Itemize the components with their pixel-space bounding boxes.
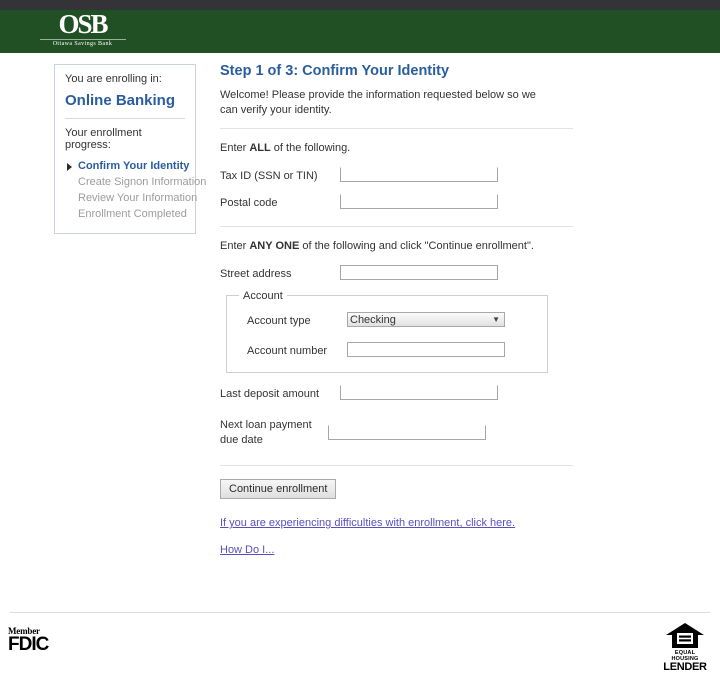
last-deposit-amount-label: Last deposit amount (220, 388, 320, 401)
instruction-any-prefix: Enter (220, 240, 250, 253)
fdic-name-label: FDIC (8, 634, 49, 655)
sidebar-item-enrollment-completed: Enrollment Completed (65, 207, 187, 223)
equal-housing-lender-logo: EQUAL HOUSING LENDER (663, 622, 707, 673)
difficulties-link-row: If you are experiencing difficulties wit… (220, 515, 576, 529)
field-row-last-deposit: Last deposit amount (220, 385, 576, 401)
section-divider-bottom (220, 465, 573, 467)
step-label: Create Signon Information (78, 176, 207, 188)
account-number-label: Account number (247, 344, 328, 357)
step-label: Enrollment Completed (78, 208, 187, 220)
field-row-street-address: Street address (220, 265, 576, 281)
how-do-i-link-row: How Do I... (220, 542, 576, 556)
sidebar-item-review-information: Review Your Information (65, 191, 197, 207)
section-divider-middle (220, 226, 573, 228)
house-icon (666, 623, 704, 648)
bank-logo[interactable]: OSB Ottawa Savings Bank (35, 9, 130, 55)
progress-label: Your enrollment progress: (65, 127, 142, 151)
account-fieldset-legend: Account (243, 289, 283, 302)
logo-divider (39, 39, 126, 40)
page-title: Step 1 of 3: Confirm Your Identity (220, 63, 450, 79)
continue-enrollment-button[interactable]: Continue enrollment (220, 479, 337, 500)
next-loan-payment-due-date-label: Next loan payment due date (220, 419, 312, 446)
enrollment-difficulties-link[interactable]: If you are experiencing difficulties wit… (220, 517, 515, 529)
site-footer: Member FDIC EQUAL HOUSING LENDER (0, 612, 720, 673)
enrolling-in-label: You are enrolling in: (65, 73, 162, 85)
section-divider-top (220, 127, 573, 129)
logo-monogram: OSB (58, 9, 108, 39)
account-type-select-wrap: Checking ▼ (347, 312, 505, 328)
sidebar-divider (65, 118, 185, 119)
site-header: OSB Ottawa Savings Bank (0, 10, 720, 53)
last-deposit-amount-input[interactable] (340, 385, 498, 401)
tax-id-input[interactable] (340, 166, 498, 182)
account-fieldset: Account Account type Checking ▼ Account … (226, 289, 548, 374)
instruction-any-emphasis: ANY ONE (249, 240, 300, 253)
sidebar-item-confirm-identity[interactable]: Confirm Your Identity (65, 159, 189, 175)
footer-divider (10, 612, 710, 613)
instruction-all-suffix: of the following. (270, 141, 351, 154)
enrollment-form-panel: Step 1 of 3: Confirm Your Identity Welco… (220, 63, 576, 556)
intro-text: Welcome! Please provide the information … (220, 89, 536, 116)
postal-code-input[interactable] (340, 193, 498, 209)
instruction-any-one: Enter ANY ONE of the following and click… (220, 240, 576, 252)
step-label: Confirm Your Identity (78, 160, 190, 172)
postal-code-label: Postal code (220, 196, 278, 209)
instruction-all-prefix: Enter (220, 141, 250, 154)
instruction-all: Enter ALL of the following. (220, 142, 576, 154)
triangle-marker-icon (67, 163, 72, 171)
field-row-next-loan-payment: Next loan payment due date (220, 416, 576, 447)
instruction-any-suffix: of the following and click "Continue enr… (299, 240, 534, 253)
instruction-all-emphasis: ALL (249, 141, 271, 154)
tax-id-label: Tax ID (SSN or TIN) (220, 169, 318, 182)
next-loan-payment-due-date-input[interactable] (328, 425, 486, 441)
fdic-member-logo: Member FDIC (8, 627, 54, 655)
account-type-select[interactable]: Checking (347, 312, 505, 328)
field-row-postal-code: Postal code (220, 193, 576, 210)
field-row-account-number: Account number (235, 341, 539, 358)
how-do-i-link[interactable]: How Do I... (220, 544, 274, 556)
sidebar-item-create-signon: Create Signon Information (65, 175, 206, 191)
enrollment-progress-panel: You are enrolling in: Online Banking You… (54, 64, 206, 234)
product-title: Online Banking (65, 92, 176, 109)
account-type-label: Account type (247, 314, 311, 327)
field-row-tax-id: Tax ID (SSN or TIN) (220, 166, 576, 183)
street-address-input[interactable] (340, 265, 498, 281)
progress-step-list: Confirm Your Identity Create Signon Info… (65, 159, 206, 223)
account-number-input[interactable] (347, 341, 505, 357)
step-label: Review Your Information (78, 192, 198, 204)
field-row-account-type: Account type Checking ▼ (235, 312, 539, 328)
street-address-label: Street address (220, 268, 292, 281)
lender-label: LENDER (663, 661, 707, 673)
logo-subtitle: Ottawa Savings Bank (52, 41, 113, 47)
